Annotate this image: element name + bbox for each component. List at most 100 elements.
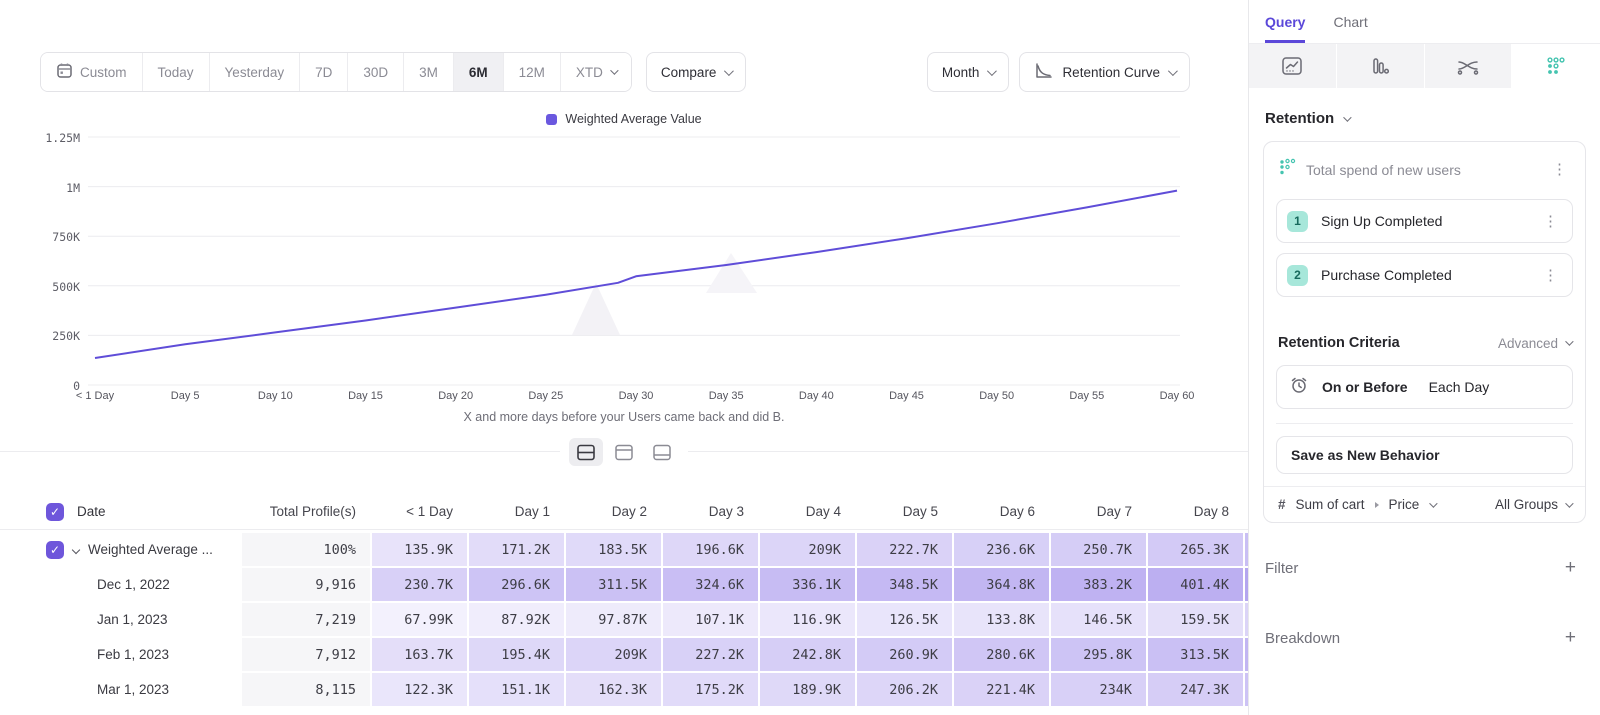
retention-value-cell: 348.5K [857, 568, 952, 601]
behavior-step[interactable]: 2Purchase Completed⋮ [1276, 253, 1573, 297]
tile-retention-dots-icon[interactable] [1512, 44, 1600, 88]
tile-insights-line-icon[interactable] [1249, 44, 1337, 88]
x-tick-label: Day 60 [1160, 390, 1195, 402]
retention-value-cell: 97.87K [566, 603, 661, 636]
chart-type-button[interactable]: Retention Curve [1019, 52, 1190, 92]
retention-line-series [95, 191, 1177, 358]
retention-value-cell: 107.1K [663, 603, 758, 636]
toolbar: CustomTodayYesterday 7D 30D3M6M12M XTD Comp… [40, 52, 1190, 92]
x-tick-label: Day 10 [258, 390, 293, 402]
retention-value-cell: 195.4K [469, 638, 564, 671]
advanced-dropdown[interactable]: Advanced [1498, 336, 1571, 351]
chart-canvas [0, 125, 1248, 395]
layout-table-button[interactable] [645, 438, 679, 466]
retention-value-cell: 236.6K [954, 533, 1049, 566]
x-tick-label: Day 5 [171, 390, 200, 402]
plus-icon[interactable]: + [1565, 557, 1576, 579]
property-arrow-icon [1375, 502, 1379, 508]
step-event-label: Sign Up Completed [1321, 213, 1526, 229]
range-3m[interactable]: 3M [404, 53, 454, 91]
number-property-icon: # [1278, 497, 1286, 512]
all-groups-dropdown[interactable]: All Groups [1495, 497, 1571, 512]
chevron-down-icon [610, 66, 618, 74]
kebab-menu-icon[interactable]: ⋮ [1539, 212, 1562, 231]
range-yesterday[interactable]: Yesterday [210, 53, 301, 91]
row-checkbox[interactable]: ✓ [46, 541, 64, 559]
main-panel: CustomTodayYesterday 7D 30D3M6M12M XTD Comp… [0, 0, 1248, 715]
tab-query[interactable]: Query [1265, 14, 1305, 43]
row-label: Weighted Average ... [88, 542, 213, 557]
retention-value-cell: 313.5K [1148, 638, 1243, 671]
granularity-button[interactable]: Month [927, 52, 1010, 92]
chevron-down-icon[interactable] [72, 545, 80, 553]
retention-value-cell: 280.6K [954, 638, 1049, 671]
y-tick-label: 1.25M [28, 131, 80, 145]
range-12m[interactable]: 12M [504, 53, 561, 91]
chart-type-tiles [1249, 43, 1600, 88]
column-header: Total Profile(s) [242, 504, 370, 519]
range-label: XTD [576, 65, 603, 80]
y-tick-label: 750K [28, 230, 80, 244]
measure-row[interactable]: # Sum of cart Price All Groups [1264, 486, 1585, 522]
column-header: Day 8 [1148, 504, 1243, 519]
plus-icon[interactable]: + [1565, 627, 1576, 649]
retention-timing-box[interactable]: On or Before Each Day [1276, 365, 1573, 409]
tab-chart[interactable]: Chart [1333, 14, 1367, 43]
tile-flows-icon[interactable] [1425, 44, 1513, 88]
y-tick-label: 250K [28, 329, 80, 343]
range-6m[interactable]: 6M [454, 53, 504, 91]
x-tick-label: < 1 Day [76, 390, 114, 402]
retention-criteria-label: Retention Criteria [1278, 335, 1498, 351]
timing-label[interactable]: On or Before [1322, 379, 1408, 395]
retention-value-cell: 171.2K [469, 533, 564, 566]
chart-legend[interactable]: Weighted Average Value [0, 112, 1248, 126]
x-tick-label: Day 50 [979, 390, 1014, 402]
layout-split-button[interactable] [569, 438, 603, 466]
retention-value-cell: 183.5K [566, 533, 661, 566]
range-7d[interactable]: 7D [300, 53, 348, 91]
save-as-new-behavior-button[interactable]: Save as New Behavior [1276, 436, 1573, 474]
x-axis-labels: < 1 DayDay 5Day 10Day 15Day 20Day 25Day … [0, 390, 1248, 406]
retention-value-cell: 133.8K [954, 603, 1049, 636]
layout-chart-button[interactable] [607, 438, 641, 466]
chevron-down-icon [1168, 66, 1178, 76]
retention-value-cell: 209K [760, 533, 855, 566]
breakdown-add-row[interactable]: Breakdown + [1265, 627, 1576, 649]
select-all-checkbox[interactable]: ✓ [46, 503, 64, 521]
retention-section-dropdown[interactable]: Retention [1265, 110, 1600, 127]
range-30d[interactable]: 30D [348, 53, 404, 91]
table-row: Feb 1, 20237,912163.7K195.4K209K227.2K24… [0, 638, 1248, 671]
range-xtd[interactable]: XTD [561, 53, 631, 91]
window-label[interactable]: Each Day [1429, 379, 1490, 395]
step-event-label: Purchase Completed [1321, 267, 1526, 283]
retention-value-cell: 116.9K [760, 603, 855, 636]
chevron-down-icon [987, 66, 997, 76]
retention-value-cell: 146.5K [1051, 603, 1146, 636]
table-row: ✓Weighted Average ...100%135.9K171.2K183… [0, 533, 1248, 566]
retention-dots-icon [1278, 158, 1296, 181]
range-label: 7D [315, 65, 332, 80]
chevron-down-icon [1565, 499, 1573, 507]
layout-toggle-group [560, 437, 688, 467]
retention-value-cell: 265.3K [1148, 533, 1243, 566]
range-custom[interactable]: Custom [41, 53, 143, 91]
y-tick-label: 500K [28, 280, 80, 294]
x-tick-label: Day 35 [709, 390, 744, 402]
filter-add-row[interactable]: Filter + [1265, 557, 1576, 579]
tile-bar-chart-icon[interactable] [1337, 44, 1425, 88]
x-tick-label: Day 20 [438, 390, 473, 402]
retention-value-cell: 221.4K [954, 673, 1049, 706]
retention-value-cell: 175.2K [663, 673, 758, 706]
retention-value-cell: 295.8K [1051, 638, 1146, 671]
column-header[interactable]: ✓Date [0, 503, 240, 521]
kebab-menu-icon[interactable]: ⋮ [1539, 266, 1562, 285]
retention-value-cell: 296.6K [469, 568, 564, 601]
x-tick-label: Day 40 [799, 390, 834, 402]
behavior-step[interactable]: 1Sign Up Completed⋮ [1276, 199, 1573, 243]
column-header: < 1 Day [372, 504, 467, 519]
retention-value-cell: 250.7K [1051, 533, 1146, 566]
range-today[interactable]: Today [143, 53, 210, 91]
kebab-menu-icon[interactable]: ⋮ [1548, 160, 1571, 179]
compare-button[interactable]: Compare [646, 52, 747, 92]
x-tick-label: Day 25 [528, 390, 563, 402]
